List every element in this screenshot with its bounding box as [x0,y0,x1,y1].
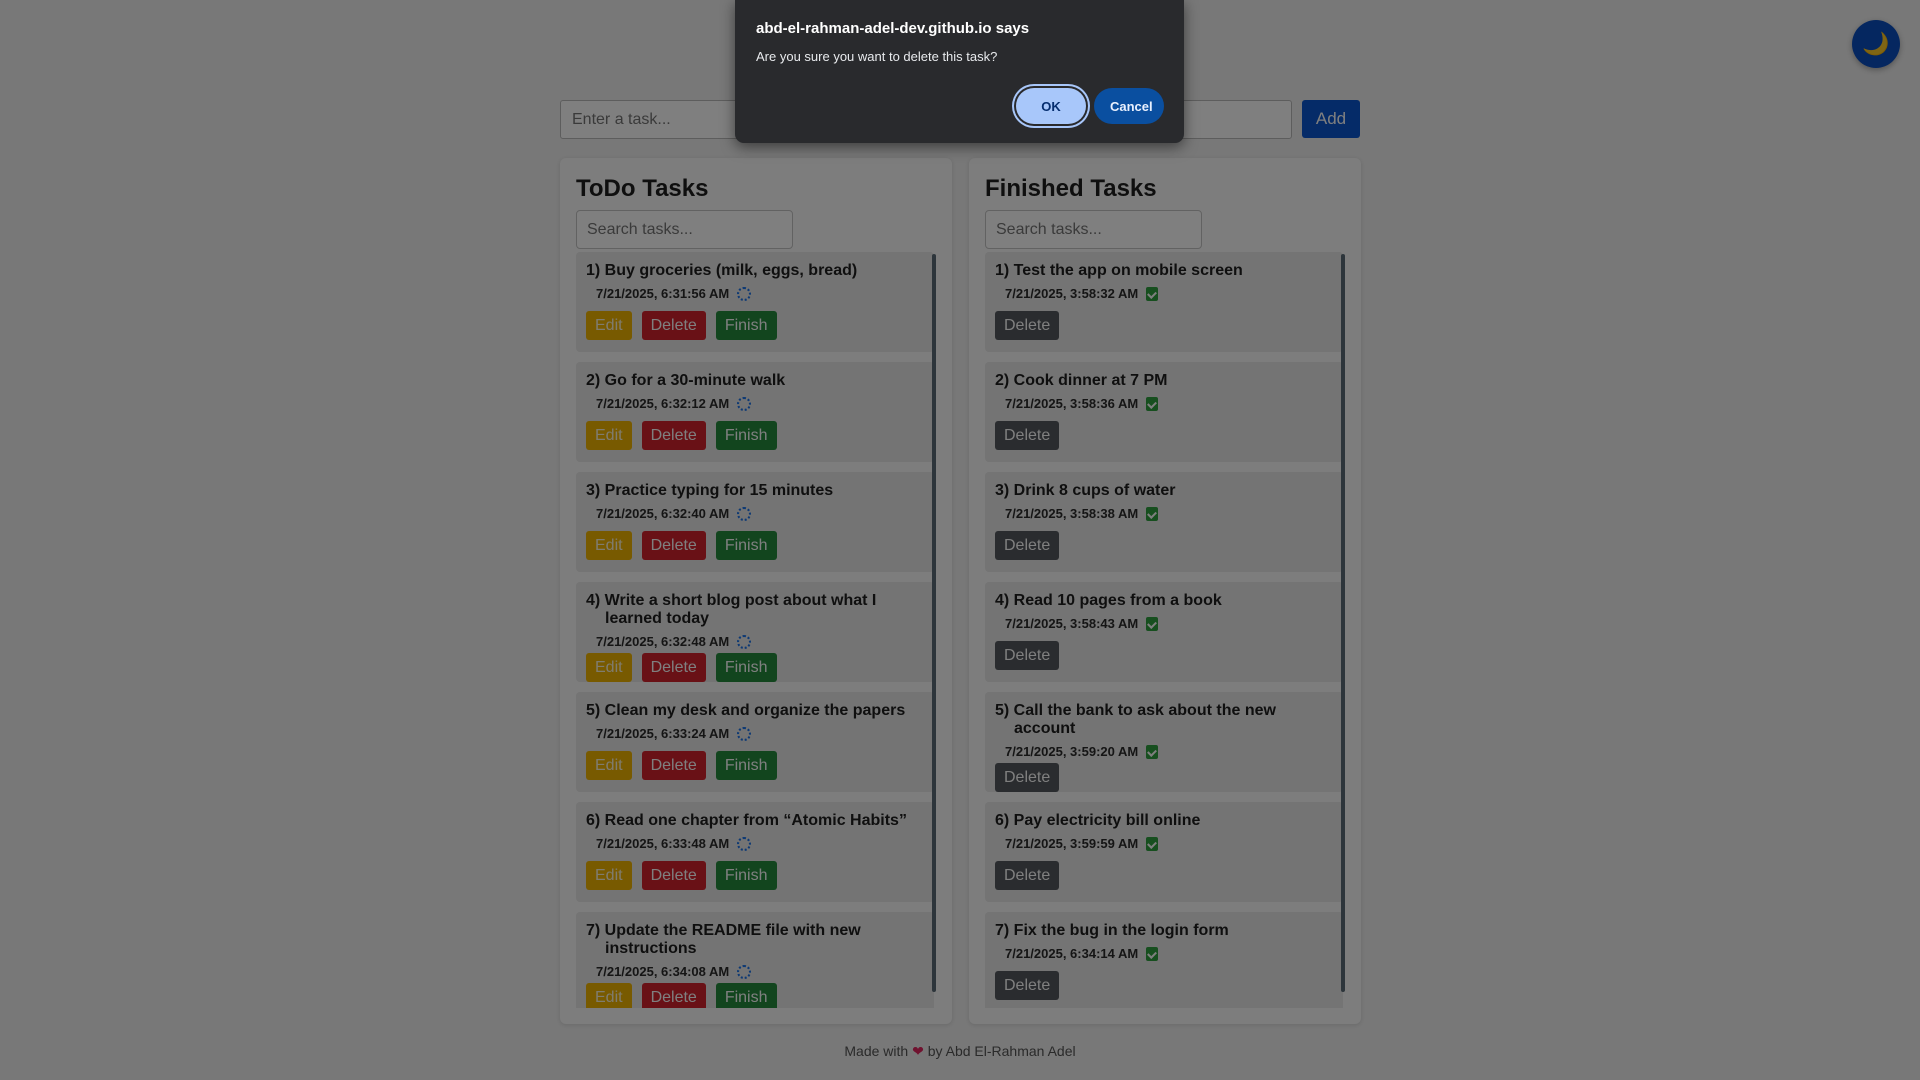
dialog-message: Are you sure you want to delete this tas… [756,49,998,64]
confirm-dialog: abd-el-rahman-adel-dev.github.io says Ar… [735,0,1184,143]
dialog-title: abd-el-rahman-adel-dev.github.io says [756,20,1030,37]
dialog-ok-button[interactable]: OK [1016,88,1086,124]
dialog-cancel-button[interactable]: Cancel [1094,88,1164,124]
dialog-buttons: OK Cancel [1016,88,1164,124]
modal-overlay [0,0,1920,1080]
